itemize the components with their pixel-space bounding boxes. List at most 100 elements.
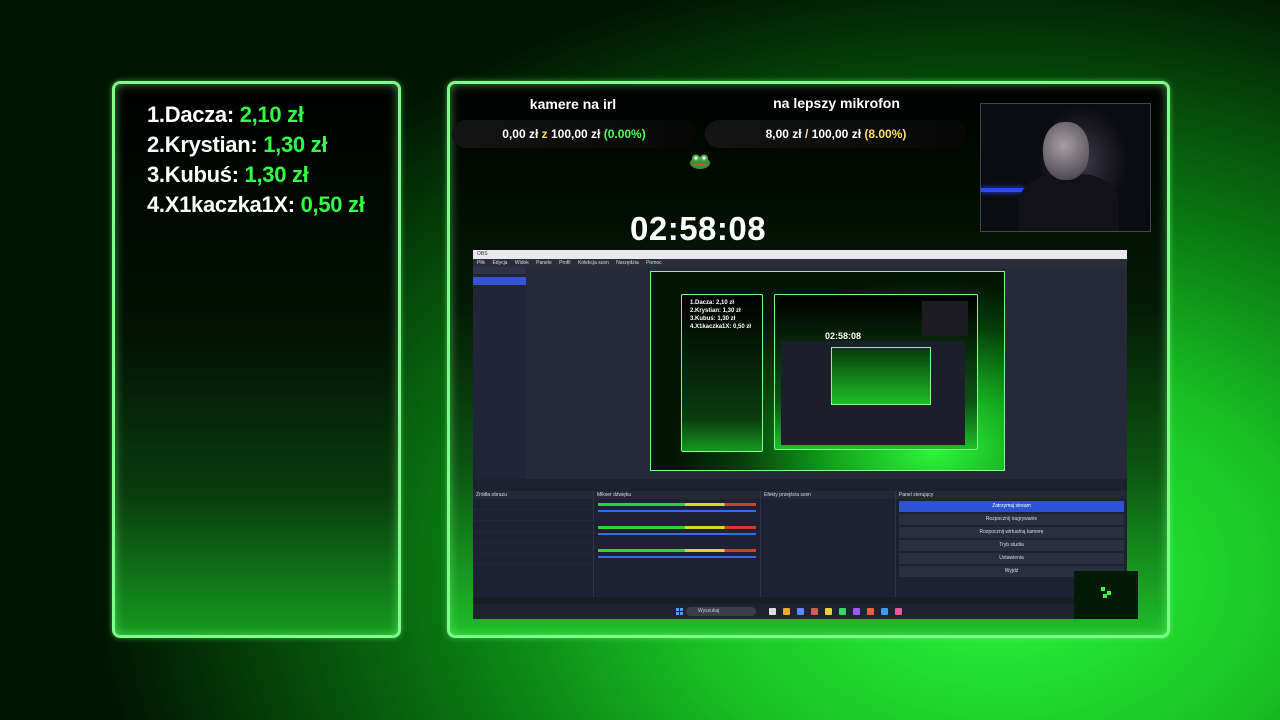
rank: 2. [147,132,165,157]
source-row[interactable] [473,510,593,521]
goal-title-microphone: na lepszy mikrofon [773,95,900,111]
obs-preview: 1.Dacza: 2,10 zł 2.Krystian: 1,30 zł 3.K… [526,267,1127,479]
obs-docks: Źródła obrazu Mikser dźwięku Efekty prze… [473,491,1127,597]
donor-name: Dacza: [164,102,234,127]
mini-line: 3.Kubuś: 1,30 zł [690,316,736,322]
mini-timer: 02:58:08 [825,331,862,341]
goal-target: 100,00 zł [811,127,862,141]
app-icon[interactable] [797,608,804,615]
audio-meter [598,503,756,506]
dock-title: Mikser dźwięku [594,491,760,499]
taskbar-search[interactable]: Wyszukaj [686,607,756,616]
mini-obs-capture [781,341,965,445]
leaderboard-list: 1.Dacza: 2,10 zł 2.Krystian: 1,30 zł 3.K… [147,100,365,220]
menu-item[interactable]: Profil [559,260,570,266]
logo-icon [1101,587,1111,598]
obs-menubar: Plik Edycja Widok Panele Profil Kolekcja… [473,259,1127,267]
leaderboard-entry: 1.Dacza: 2,10 zł [147,100,365,130]
app-icon[interactable] [811,608,818,615]
obs-window-capture: OBS Plik Edycja Widok Panele Profil Kole… [473,250,1127,619]
transitions-dock: Efekty przejścia scen [761,491,896,597]
mini-line: 2.Krystian: 1,30 zł [690,308,741,314]
app-icon[interactable] [867,608,874,615]
dock-title: Panel sterujący [896,491,1127,499]
leaderboard-panel: 1.Dacza: 2,10 zł 2.Krystian: 1,30 zł 3.K… [112,81,401,638]
menu-item[interactable]: Panele [536,260,552,266]
obs-taskbar-icon[interactable] [895,608,902,615]
rank: 1. [147,102,165,127]
donation-amount: 1,30 zł [244,162,309,187]
app-icon[interactable] [839,608,846,615]
led-strip [981,188,1025,192]
menu-item[interactable]: Narzędzia [616,260,639,266]
mini-leaderboard: 1.Dacza: 2,10 zł 2.Krystian: 1,30 zł 3.K… [681,294,763,452]
donor-name: X1kaczka1X: [164,192,295,217]
donation-amount: 1,30 zł [263,132,328,157]
goal-separator: z [541,127,548,141]
settings-button[interactable]: Ustawienia [899,553,1124,564]
scene-item-selected[interactable] [473,277,526,285]
dock-title: Źródła obrazu [473,491,593,499]
source-row[interactable] [473,543,593,554]
webcam-person-body [1019,174,1119,231]
webcam-feed [980,103,1151,232]
mini-line: 4.X1kaczka1X: 0,50 zł [690,324,752,330]
audio-meter [598,526,756,529]
mini-nested-canvas [831,347,931,405]
volume-slider[interactable] [598,556,756,558]
goal-progress-microphone: 8,00 zł / 100,00 zł (8.00%) [705,120,967,148]
goal-percent: (0.00%) [603,127,646,141]
webcam-person-head [1043,122,1089,180]
folder-icon[interactable] [825,608,832,615]
mini-webcam [922,301,968,336]
goal-current: 0,00 zł [502,127,539,141]
mini-line: 1.Dacza: 2,10 zł [690,300,735,306]
menu-item[interactable]: Plik [477,260,485,266]
menu-item[interactable]: Widok [515,260,529,266]
source-row[interactable] [473,521,593,532]
menu-item[interactable]: Pomoc [646,260,662,266]
scenes-header [473,267,526,274]
task-view-icon[interactable] [769,608,776,615]
goal-target: 100,00 zł [550,127,601,141]
start-recording-button[interactable]: Rozpocznij nagrywanie [899,514,1124,525]
app-icon[interactable] [853,608,860,615]
sources-dock: Źródła obrazu [473,491,594,597]
audio-mixer-dock: Mikser dźwięku [594,491,761,597]
app-icon[interactable] [881,608,888,615]
dock-title: Efekty przejścia scen [761,491,895,499]
source-row[interactable] [473,554,593,565]
stop-stream-button[interactable]: Zatrzymaj stream [899,501,1124,512]
windows-start-icon[interactable] [676,608,683,615]
goal-title-camera: kamere na irl [529,96,617,112]
menu-item[interactable]: Edycja [492,260,507,266]
leaderboard-entry: 4.X1kaczka1X: 0,50 zł [147,190,365,220]
goal-separator: / [804,127,809,141]
corner-logo [1074,571,1138,619]
volume-slider[interactable] [598,533,756,535]
menu-item[interactable]: Kolekcja scen [578,260,609,266]
donation-amount: 0,50 zł [300,192,365,217]
obs-titlebar: OBS [473,250,1127,259]
obs-scene-toolbar [473,479,1127,491]
volume-slider[interactable] [598,510,756,512]
donation-amount: 2,10 zł [239,102,304,127]
virtual-camera-button[interactable]: Rozpocznij wirtualną kamerę [899,527,1124,538]
stream-timer: 02:58:08 [630,210,767,247]
donor-name: Kubuś: [164,162,239,187]
goal-percent: (8.00%) [864,127,907,141]
leaderboard-entry: 3.Kubuś: 1,30 zł [147,160,365,190]
app-icon[interactable] [783,608,790,615]
mini-stream-panel: 02:58:08 [774,294,978,450]
windows-taskbar: Wyszukaj [473,604,1127,619]
goal-progress-camera: 0,00 zł z 100,00 zł (0.00%) [452,120,696,148]
scenes-dock [473,267,526,487]
donor-name: Krystian: [164,132,258,157]
source-row[interactable] [473,499,593,510]
studio-mode-button[interactable]: Tryb studia [899,540,1124,551]
source-row[interactable] [473,532,593,543]
rank: 3. [147,162,165,187]
leaderboard-entry: 2.Krystian: 1,30 zł [147,130,365,160]
audio-meter [598,549,756,552]
rank: 4. [147,192,165,217]
